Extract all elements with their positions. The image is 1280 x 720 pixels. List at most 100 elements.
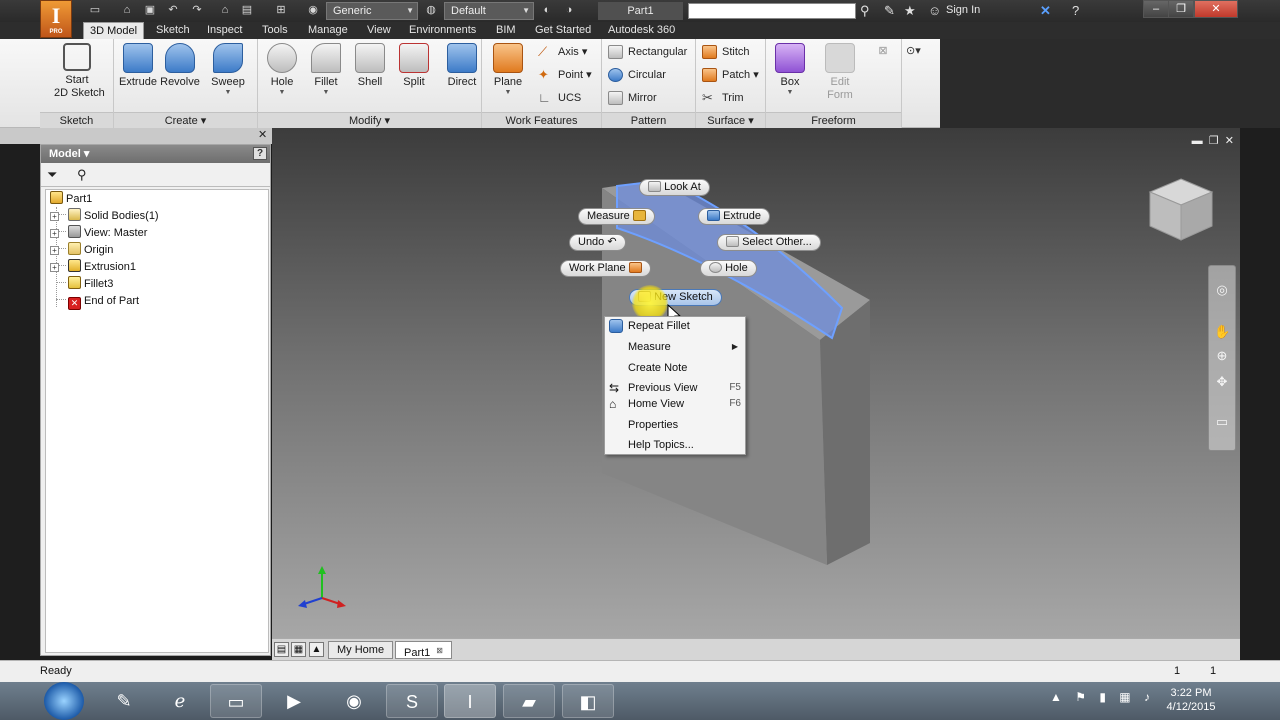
tab-environments[interactable]: Environments <box>403 22 482 39</box>
clock[interactable]: 3:22 PM 4/12/2015 <box>1160 686 1222 714</box>
help-icon[interactable]: ? <box>1072 3 1079 19</box>
circular-pattern-button[interactable]: Circular <box>608 66 666 84</box>
show-hidden-icons-icon[interactable]: ▲ <box>1050 690 1062 704</box>
zoom-icon[interactable]: ⊕ <box>1214 348 1230 364</box>
user-icon[interactable]: ☺ <box>928 3 941 19</box>
tab-tools[interactable]: Tools <box>256 22 294 39</box>
adjust-icon[interactable]: ◑ <box>562 4 576 17</box>
menu-item-home-view[interactable]: ⌂ Home View F6 <box>605 395 745 413</box>
close-icon[interactable]: ✕ <box>258 130 267 141</box>
ucs-button[interactable]: ∟ UCS <box>538 89 581 107</box>
restore-button[interactable]: ❐ <box>1168 0 1194 18</box>
skype-icon[interactable]: S <box>386 684 438 718</box>
tab-bim[interactable]: BIM <box>490 22 522 39</box>
exchange-icon[interactable]: ✕ <box>1040 3 1051 19</box>
panel-options-icon[interactable]: ⊙▾ <box>906 45 921 58</box>
tile-horizontal-icon[interactable]: ▤ <box>274 642 289 657</box>
undo-icon[interactable]: ↶ <box>166 4 180 17</box>
new-icon[interactable]: ▭ <box>88 4 102 17</box>
marking-measure[interactable]: Measure <box>578 208 655 225</box>
appearance-icon[interactable]: ◉ <box>306 4 320 17</box>
tab-autodesk-360[interactable]: Autodesk 360 <box>602 22 681 39</box>
application-menu-button[interactable]: I PRO <box>40 0 72 38</box>
help-icon[interactable]: ? <box>253 147 267 160</box>
rectangular-pattern-button[interactable]: Rectangular <box>608 43 687 61</box>
file-explorer-icon[interactable]: ▭ <box>210 684 262 718</box>
expand-icon[interactable]: + <box>50 246 59 255</box>
expand-icon[interactable]: + <box>50 263 59 272</box>
marking-work-plane[interactable]: Work Plane <box>560 260 651 277</box>
binoculars-icon[interactable]: ⚲ <box>860 3 870 19</box>
steering-wheel-icon[interactable]: ◎ <box>1214 282 1230 298</box>
network-icon[interactable]: ▦ <box>1119 690 1130 704</box>
close-icon[interactable]: ⊠ <box>436 646 443 655</box>
plane-button[interactable]: Plane ▼ <box>486 43 530 97</box>
mirror-button[interactable]: Mirror <box>608 89 657 107</box>
start-2d-sketch-button[interactable]: Start 2D Sketch <box>54 43 105 100</box>
tab-get-started[interactable]: Get Started <box>529 22 597 39</box>
print-icon[interactable]: ▤ <box>240 4 254 17</box>
tab-manage[interactable]: Manage <box>302 22 354 39</box>
tree-item-part[interactable]: Part1 <box>50 191 92 208</box>
select-icon[interactable]: ⊞ <box>274 4 288 17</box>
hole-button[interactable]: Hole ▼ <box>260 43 304 97</box>
expand-icon[interactable]: + <box>50 229 59 238</box>
tree-item-end-of-part[interactable]: ✕ End of Part <box>68 293 139 310</box>
menu-item-create-note[interactable]: Create Note <box>605 359 745 377</box>
inventor-icon[interactable]: I <box>444 684 496 718</box>
side-face[interactable] <box>820 300 870 565</box>
edit-form-button[interactable]: Edit Form <box>818 43 862 102</box>
home-icon[interactable]: ⌂ <box>218 4 232 17</box>
extrude-button[interactable]: Extrude <box>116 43 160 89</box>
tile-grid-icon[interactable]: ▦ <box>291 642 306 657</box>
chrome-icon[interactable]: ◉ <box>328 684 380 718</box>
patch-button[interactable]: Patch ▾ <box>702 66 759 84</box>
binoculars-icon[interactable]: ⚲ <box>77 167 87 183</box>
fillet-button[interactable]: Fillet ▼ <box>304 43 348 97</box>
notes-icon[interactable]: ▰ <box>503 684 555 718</box>
orbit-icon[interactable]: ✥ <box>1214 374 1230 390</box>
action-center-icon[interactable]: ⚑ <box>1075 690 1086 704</box>
marking-select-other[interactable]: Select Other... <box>717 234 821 251</box>
split-button[interactable]: Split <box>392 43 436 89</box>
marking-look-at[interactable]: Look At <box>639 179 710 196</box>
start-button[interactable] <box>44 682 84 720</box>
trim-button[interactable]: ✂ Trim <box>702 89 744 107</box>
save-icon[interactable]: ▣ <box>143 4 157 17</box>
panel-title-modify[interactable]: Modify ▾ <box>258 112 481 128</box>
tree-item-extrusion[interactable]: + Extrusion1 <box>50 259 136 276</box>
appearance-dropdown[interactable]: Generic ▼ <box>326 2 418 20</box>
graphics-window[interactable]: ▬ ❐ ✕ Look At Measure Extrude Undo ↶ Sel… <box>272 128 1240 638</box>
sweep-button[interactable]: Sweep ▼ <box>206 43 250 97</box>
media-player-icon[interactable]: ▶ <box>268 684 320 718</box>
menu-item-measure[interactable]: Measure ▶ <box>605 338 745 356</box>
direct-button[interactable]: Direct <box>440 43 484 89</box>
tree-item-fillet[interactable]: Fillet3 <box>68 276 113 293</box>
filter-icon[interactable]: ⏷ <box>47 167 57 183</box>
marking-hole[interactable]: Hole <box>700 260 757 277</box>
shell-button[interactable]: Shell <box>348 43 392 89</box>
tools-icon[interactable]: ✎ <box>884 3 895 19</box>
panel-title-create[interactable]: Create ▾ <box>114 112 257 128</box>
redo-icon[interactable]: ↷ <box>190 4 204 17</box>
box-button[interactable]: Box ▼ <box>768 43 812 97</box>
minimize-button[interactable]: – <box>1143 0 1169 18</box>
marking-extrude[interactable]: Extrude <box>698 208 770 225</box>
view-cube[interactable] <box>1146 174 1216 244</box>
panel-title-surface[interactable]: Surface ▾ <box>696 112 765 128</box>
color-wheel-icon[interactable]: ◍ <box>424 4 438 17</box>
look-at-icon[interactable]: ▭ <box>1214 414 1230 430</box>
power-icon[interactable]: ▮ <box>1099 690 1106 704</box>
volume-icon[interactable]: ♪ <box>1144 690 1150 704</box>
point-button[interactable]: ✦ Point ▾ <box>538 66 592 84</box>
tab-part1[interactable]: Part1 ⊠ <box>395 641 452 659</box>
pan-icon[interactable]: ✋ <box>1214 324 1230 340</box>
tree-item-origin[interactable]: + Origin <box>50 242 113 259</box>
tab-view[interactable]: View <box>361 22 397 39</box>
tree-item-solid-bodies[interactable]: + Solid Bodies(1) <box>50 208 159 225</box>
scroll-up-icon[interactable]: ▲ <box>309 642 324 657</box>
tree-item-view-master[interactable]: + View: Master <box>50 225 147 242</box>
part-model[interactable] <box>272 128 1240 638</box>
tab-my-home[interactable]: My Home <box>328 641 394 659</box>
revolve-button[interactable]: Revolve <box>158 43 202 89</box>
